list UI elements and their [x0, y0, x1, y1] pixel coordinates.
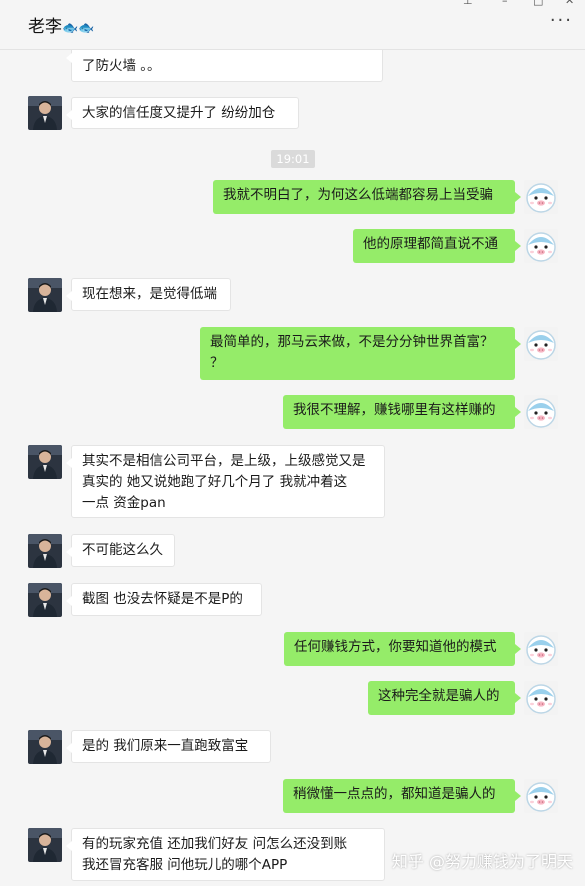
outgoing-bubble[interactable]: 稍微懂一点点的，都知道是骗人的	[283, 779, 521, 813]
self-avatar[interactable]	[524, 327, 558, 361]
self-avatar[interactable]	[524, 779, 558, 813]
incoming-bubble[interactable]: 有的玩家充值 还加我们好友 问怎么还没到账 我还冒充客服 问他玩儿的哪个APP	[66, 828, 385, 881]
message-text: 任何赚钱方式，你要知道他的模式	[294, 639, 497, 655]
time-divider: 19:01	[271, 150, 315, 168]
message-text: 一点 资金pan	[82, 495, 166, 511]
outgoing-bubble[interactable]: 最简单的，那马云来做，不是分分钟世界首富？ ？	[200, 327, 521, 380]
self-avatar[interactable]	[524, 632, 558, 666]
contact-avatar[interactable]	[28, 278, 62, 312]
message-text: 其实不是相信公司平台，是上级，上级感觉又是	[82, 453, 366, 469]
message-text: 是的 我们原来一直跑致富宝	[82, 738, 249, 754]
contact-avatar[interactable]	[28, 730, 62, 764]
more-options-icon[interactable]: ···	[550, 12, 573, 30]
message-text: 他的原理都简直说不通	[363, 236, 498, 252]
minimize-icon[interactable]: –	[502, 0, 508, 7]
incoming-bubble[interactable]: 截图 也没去怀疑是不是P的	[66, 583, 262, 616]
contact-avatar[interactable]	[28, 96, 62, 130]
maximize-icon[interactable]: □	[533, 0, 543, 7]
message-text: 不可能这么久	[82, 542, 163, 558]
incoming-bubble[interactable]: 现在想来，是觉得低端	[66, 278, 231, 311]
contact-avatar[interactable]	[28, 828, 62, 862]
incoming-bubble[interactable]: 大家的信任度又提升了 纷纷加仓	[66, 97, 299, 129]
pin-icon[interactable]: ⊥	[463, 0, 473, 7]
close-icon[interactable]: ✕	[565, 0, 574, 7]
outgoing-bubble[interactable]: 我很不理解，赚钱哪里有这样赚的	[283, 395, 521, 429]
message-text: 大家的信任度又提升了 纷纷加仓	[82, 105, 276, 121]
message-text: 我就不明白了，为何这么低端都容易上当受骗	[223, 187, 493, 203]
outgoing-bubble[interactable]: 我就不明白了，为何这么低端都容易上当受骗	[213, 180, 521, 214]
incoming-bubble[interactable]: 了防火墙 。。	[66, 50, 383, 82]
outgoing-bubble[interactable]: 他的原理都简直说不通	[353, 229, 521, 263]
message-text: 我还冒充客服 问他玩儿的哪个APP	[82, 857, 288, 873]
message-text: 真实的 她又说她跑了好几个月了 我就冲着这	[82, 474, 348, 490]
incoming-bubble[interactable]: 不可能这么久	[66, 534, 175, 567]
fish-emoji-icon: 🐟🐟	[62, 21, 95, 36]
message-text: 现在想来，是觉得低端	[82, 286, 217, 302]
outgoing-bubble[interactable]: 这种完全就是骗人的	[368, 681, 521, 715]
message-text: 稍微懂一点点的，都知道是骗人的	[293, 786, 496, 802]
incoming-bubble[interactable]: 其实不是相信公司平台，是上级，上级感觉又是 真实的 她又说她跑了好几个月了 我就…	[66, 445, 385, 518]
incoming-bubble[interactable]: 是的 我们原来一直跑致富宝	[66, 730, 271, 763]
contact-avatar[interactable]	[28, 583, 62, 617]
message-text: 最简单的，那马云来做，不是分分钟世界首富？	[210, 334, 494, 350]
contact-avatar[interactable]	[28, 534, 62, 568]
self-avatar[interactable]	[524, 681, 558, 715]
self-avatar[interactable]	[524, 229, 558, 263]
message-text: ？	[210, 355, 224, 371]
outgoing-bubble[interactable]: 任何赚钱方式，你要知道他的模式	[284, 632, 521, 666]
chat-header: 老李🐟🐟 ⊥ – □ ✕ ···	[0, 0, 585, 50]
chat-title[interactable]: 老李🐟🐟	[28, 12, 94, 37]
message-text: 有的玩家充值 还加我们好友 问怎么还没到账	[82, 836, 348, 852]
message-text: 截图 也没去怀疑是不是P的	[82, 591, 243, 607]
self-avatar[interactable]	[524, 180, 558, 214]
contact-avatar[interactable]	[28, 445, 62, 479]
message-text: 了防火墙 。。	[82, 58, 161, 74]
message-text: 这种完全就是骗人的	[378, 688, 500, 704]
self-avatar[interactable]	[524, 395, 558, 429]
message-text: 我很不理解，赚钱哪里有这样赚的	[293, 402, 496, 418]
zhihu-watermark: 知乎 @努力赚钱为了明天	[391, 852, 573, 871]
contact-name: 老李	[28, 17, 62, 37]
message-list[interactable]: 了防火墙 。。 大家的信任度又提升了 纷纷加仓 19:01 我就不明白了，为何这…	[0, 50, 585, 886]
